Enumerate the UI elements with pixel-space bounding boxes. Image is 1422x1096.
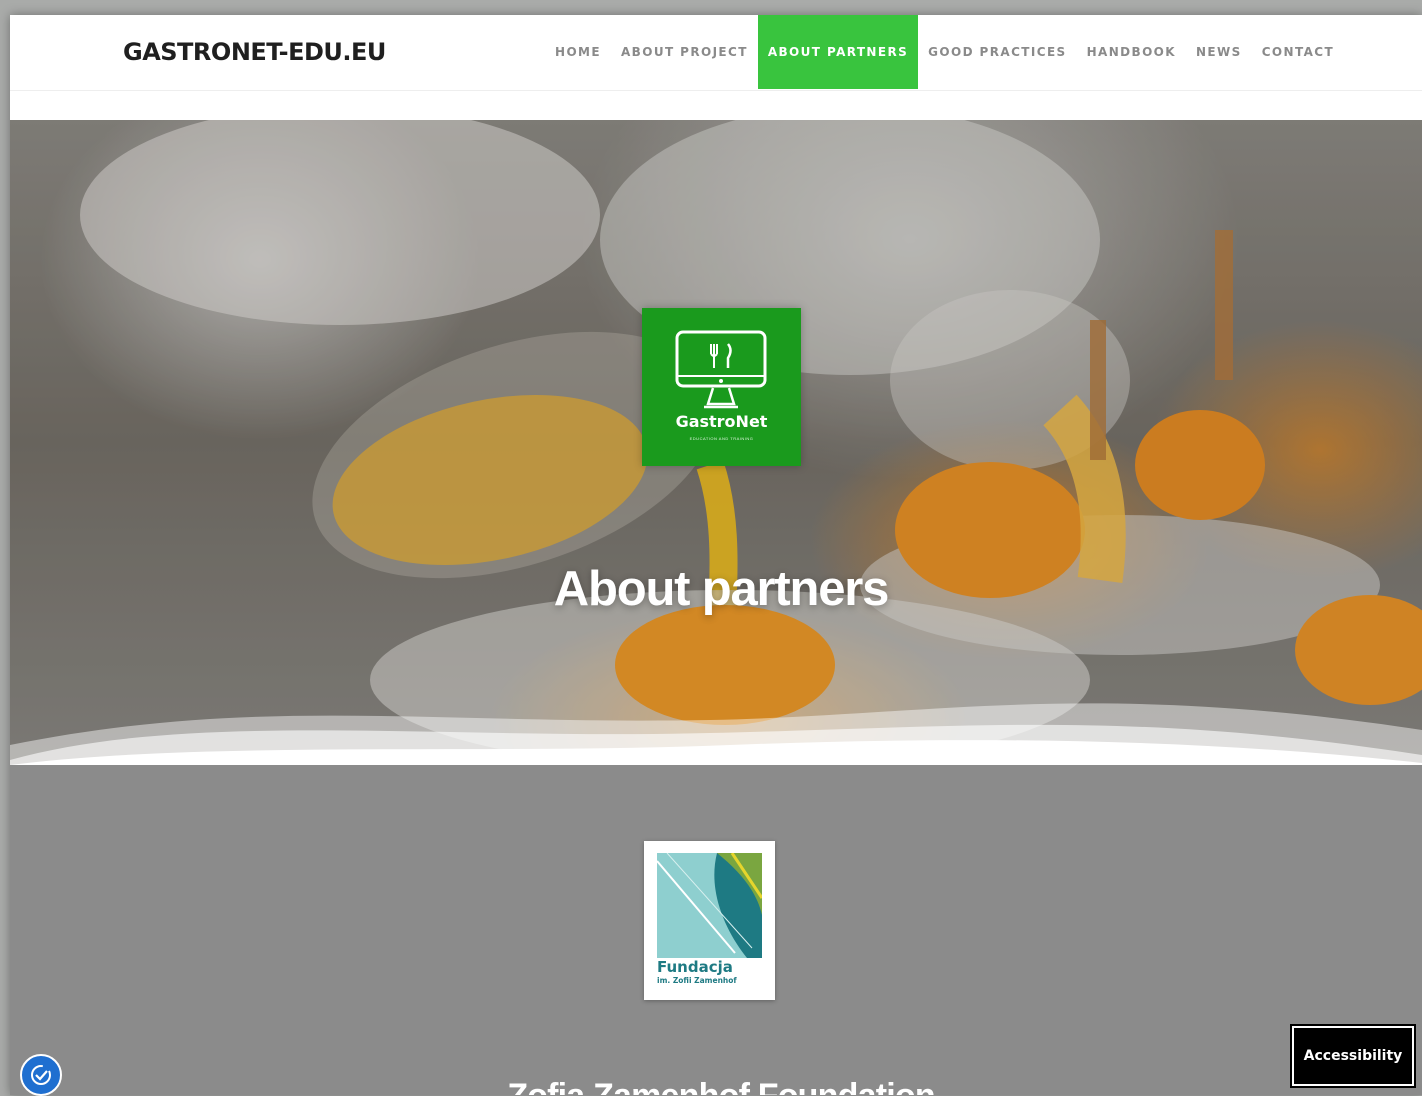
nav-item-news[interactable]: NEWS xyxy=(1186,15,1252,89)
partner-logo-subtext: im. Zofii Zamenhof xyxy=(657,976,737,985)
nav-item-handbook[interactable]: HANDBOOK xyxy=(1077,15,1186,89)
partner-name-heading: Zofia Zamenhof Foundation xyxy=(10,1077,1422,1095)
leaf-logo-art xyxy=(657,853,762,958)
partners-section: Fundacja im. Zofii Zamenhof Zofia Zamenh… xyxy=(10,765,1422,1095)
partner-logo-text: Fundacja xyxy=(657,958,733,976)
accessibility-button[interactable]: Accessibility xyxy=(1290,1024,1416,1088)
gastronet-logo-tagline: EDUCATION AND TRAINING xyxy=(689,436,754,441)
main-nav: HOME ABOUT PROJECT ABOUT PARTNERS GOOD P… xyxy=(545,15,1344,89)
nav-item-about-partners[interactable]: ABOUT PARTNERS xyxy=(757,15,919,89)
monitor-cutlery-icon xyxy=(675,330,767,409)
accessibility-widget-icon xyxy=(31,1065,51,1085)
nav-item-good-practices[interactable]: GOOD PRACTICES xyxy=(918,15,1076,89)
nav-item-home[interactable]: HOME xyxy=(545,15,611,89)
hero-wave-divider xyxy=(10,703,1422,765)
nav-item-about-project[interactable]: ABOUT PROJECT xyxy=(611,15,758,89)
accessibility-widget-button[interactable] xyxy=(20,1054,62,1096)
partner-logo: Fundacja im. Zofii Zamenhof xyxy=(644,841,775,1000)
hero-banner: GastroNet EDUCATION AND TRAINING About p… xyxy=(10,120,1422,765)
browser-page: GASTRONET-EDU.EU HOME ABOUT PROJECT ABOU… xyxy=(10,15,1422,1095)
page-title: About partners xyxy=(553,561,890,616)
site-title-link[interactable]: GASTRONET-EDU.EU xyxy=(123,35,386,69)
site-header: GASTRONET-EDU.EU HOME ABOUT PROJECT ABOU… xyxy=(10,15,1422,91)
nav-item-contact[interactable]: CONTACT xyxy=(1252,15,1344,89)
gastronet-logo-text: GastroNet xyxy=(675,412,768,431)
gastronet-logo: GastroNet EDUCATION AND TRAINING xyxy=(642,308,801,466)
